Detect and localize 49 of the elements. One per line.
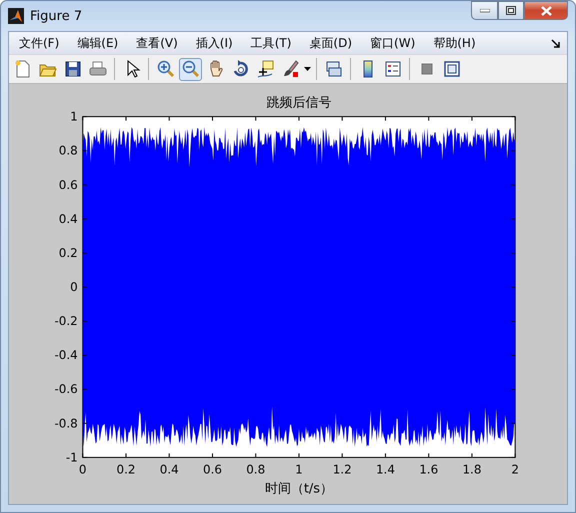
x-tick-label: 1.4 (376, 462, 395, 476)
x-tick-label: 0.8 (246, 462, 266, 476)
y-tick-label: 1 (70, 110, 78, 124)
x-tick-label: 1.2 (332, 462, 352, 476)
y-tick-label: -1 (66, 450, 78, 464)
window-title: Figure 7 (30, 8, 84, 24)
x-tick-label: 1.6 (419, 462, 438, 476)
close-icon (540, 6, 552, 16)
menu-item[interactable]: 工具(T) (246, 34, 300, 52)
y-tick-label: 0.6 (58, 178, 78, 192)
y-tick-label: -0.8 (54, 416, 78, 430)
y-tick-label: 0.8 (58, 144, 78, 158)
menu-item[interactable]: 查看(V) (132, 34, 186, 52)
zoom-in-icon (156, 59, 176, 79)
menu-item[interactable]: 窗口(W) (366, 34, 424, 52)
x-tick-label: 1 (295, 462, 303, 476)
x-tick-label: 0.2 (116, 462, 136, 476)
maximize-button[interactable] (498, 1, 524, 20)
x-tick-label: 2 (511, 462, 519, 476)
legend-icon (382, 59, 402, 79)
zoom-out-icon (180, 59, 200, 79)
y-tick-label: -0.2 (54, 314, 78, 328)
y-tick-label: 0.2 (58, 246, 78, 260)
x-axis-label: 时间（t/s） (264, 481, 334, 496)
y-tick-label: 0.4 (58, 212, 78, 226)
x-tick-label: 0.6 (202, 462, 222, 476)
dropdown-caret-icon[interactable] (304, 67, 311, 71)
close-button[interactable] (524, 1, 568, 20)
minimize-button[interactable] (471, 1, 498, 20)
data-cursor-icon (256, 59, 276, 79)
y-tick-label: -0.4 (54, 348, 78, 362)
minimize-icon (480, 8, 490, 12)
x-tick-label: 1.8 (462, 462, 482, 476)
app-logo-icon (8, 8, 24, 24)
menu-item[interactable]: 编辑(E) (73, 34, 126, 52)
x-tick-label: 0.4 (160, 462, 179, 476)
x-tick-label: 0 (78, 462, 87, 476)
maximize-icon (506, 6, 516, 15)
menu-item[interactable]: 文件(F) (15, 34, 68, 52)
menu-item[interactable]: 桌面(D) (305, 34, 360, 52)
linked-windows-icon (324, 59, 344, 79)
dock-arrow-icon[interactable] (551, 38, 561, 48)
new-file-icon (12, 59, 32, 79)
plot-title: 跳频后信号 (266, 96, 332, 111)
window-frame-icon (442, 59, 462, 79)
menu-item[interactable]: 帮助(H) (429, 34, 484, 52)
menu-item[interactable]: 插入(I) (192, 34, 241, 52)
y-tick-label: -0.6 (54, 382, 78, 396)
y-tick-label: 0 (70, 280, 78, 294)
